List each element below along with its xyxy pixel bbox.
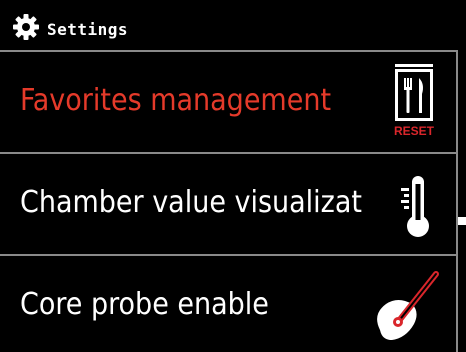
scroll-position-marker [458, 217, 466, 225]
cutlery-reset-icon: RESET [394, 64, 435, 138]
gear-icon [13, 14, 39, 40]
menu-item-core-probe-enable[interactable]: Core probe enable [0, 256, 456, 352]
menu-item-label: Core probe enable [20, 287, 269, 322]
menu-item-favorites-management[interactable]: Favorites management RESET [0, 52, 456, 154]
page-title: Settings [47, 20, 129, 39]
reset-caption: RESET [394, 124, 435, 138]
core-probe-icon [377, 271, 439, 340]
title-bar: Settings [0, 0, 466, 50]
menu-item-chamber-value-visualization[interactable]: Chamber value visualizat [0, 154, 456, 256]
settings-list: Favorites management RESET Chamber value… [0, 50, 458, 352]
menu-item-label: Favorites management [20, 83, 332, 118]
thermometer-icon [401, 176, 429, 237]
menu-item-label: Chamber value visualizat [20, 185, 362, 220]
